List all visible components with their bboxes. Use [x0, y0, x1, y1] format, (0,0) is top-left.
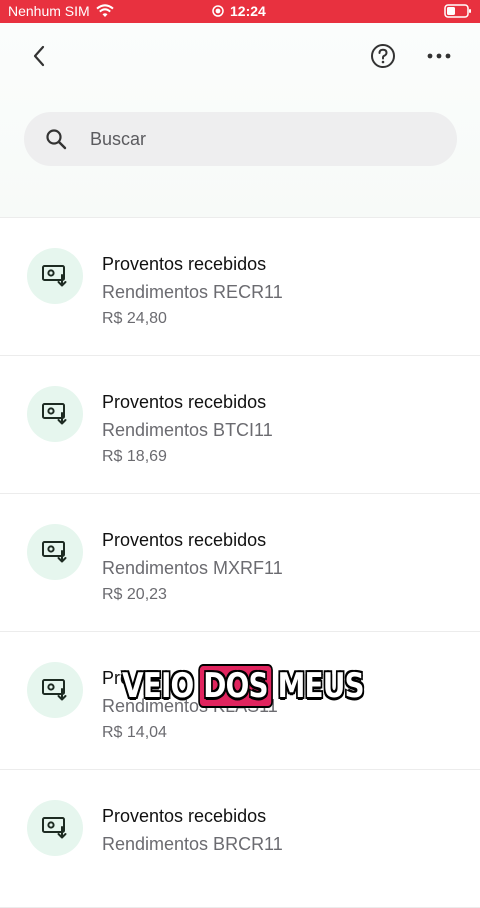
- money-receive-icon: [27, 386, 83, 442]
- search-icon: [44, 127, 68, 151]
- more-icon: [427, 53, 451, 59]
- header: [0, 23, 480, 218]
- clock-time: 12:24: [230, 3, 266, 19]
- item-title: Proventos recebidos: [102, 254, 267, 274]
- back-button[interactable]: [24, 41, 54, 71]
- list-item[interactable]: Proventos recebidos Rendimentos BRCR11: [0, 770, 480, 908]
- item-amount: R$ 18,69: [102, 448, 167, 465]
- caption-word: MEUS: [277, 666, 365, 706]
- carrier-group: Nenhum SIM: [8, 3, 114, 19]
- item-subtitle: Rendimentos BRCR11: [102, 834, 283, 854]
- carrier-label: Nenhum SIM: [8, 3, 90, 19]
- caption-word: VEIO: [122, 666, 194, 706]
- item-amount: R$ 14,04: [102, 724, 167, 741]
- status-bar: Nenhum SIM 12:24: [0, 0, 480, 23]
- search-input[interactable]: [88, 127, 412, 151]
- wifi-icon: [96, 4, 114, 17]
- item-subtitle: Rendimentos RECR11: [102, 282, 283, 302]
- video-caption: VEIO DOS MEUS: [122, 660, 365, 712]
- money-receive-icon: [27, 662, 83, 718]
- money-receive-icon: [27, 800, 83, 856]
- list-item[interactable]: Proventos recebidos Rendimentos BTCI11 R…: [0, 356, 480, 494]
- money-receive-icon: [27, 524, 83, 580]
- more-options-button[interactable]: [424, 41, 454, 71]
- item-amount: R$ 20,23: [102, 586, 167, 603]
- battery-icon: [444, 4, 471, 18]
- item-amount: R$ 24,80: [102, 310, 167, 327]
- help-button[interactable]: [368, 41, 398, 71]
- help-icon: [371, 44, 395, 68]
- item-subtitle: Rendimentos BTCI11: [102, 420, 273, 440]
- chevron-left-icon: [33, 45, 45, 67]
- money-receive-icon: [27, 248, 83, 304]
- clock-group: 12:24: [212, 3, 266, 19]
- item-title: Proventos recebidos: [102, 530, 267, 550]
- list-item[interactable]: Proventos recebidos Rendimentos MXRF11 R…: [0, 494, 480, 632]
- list-item[interactable]: Proventos recebidos Rendimentos RECR11 R…: [0, 218, 480, 356]
- caption-highlight-word: DOS: [198, 664, 273, 708]
- item-title: Proventos recebidos: [102, 806, 267, 826]
- item-subtitle: Rendimentos MXRF11: [102, 558, 283, 578]
- item-title: Proventos recebidos: [102, 392, 267, 412]
- record-icon: [212, 5, 224, 17]
- search-bar[interactable]: [24, 112, 457, 166]
- transaction-list: Proventos recebidos Rendimentos RECR11 R…: [0, 218, 480, 908]
